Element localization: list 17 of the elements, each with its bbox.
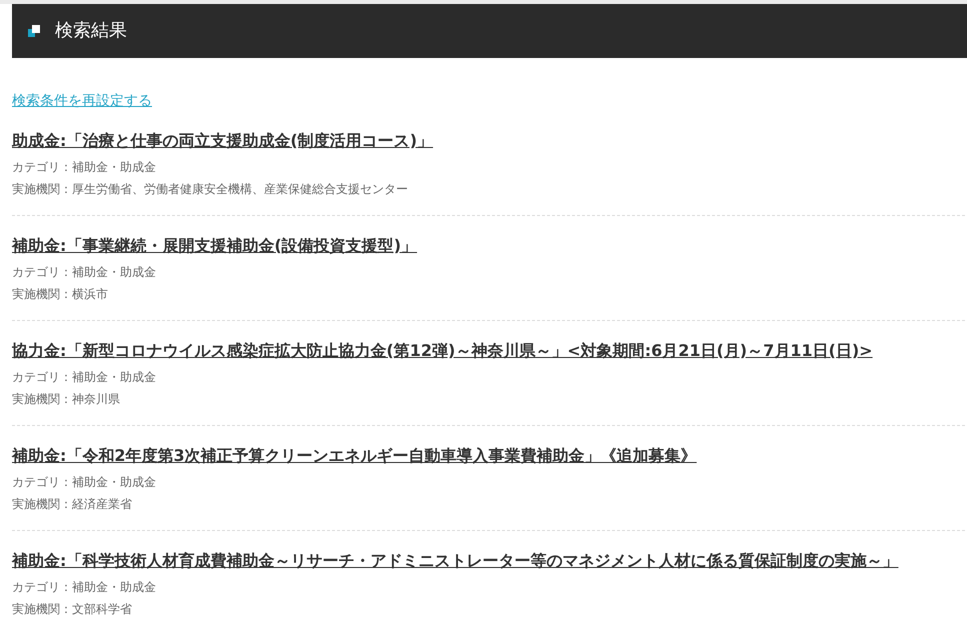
result-title-link[interactable]: 助成金:「治療と仕事の両立支援助成金(制度活用コース)」 bbox=[12, 131, 434, 150]
result-title-link[interactable]: 補助金:「科学技術人材育成費補助金～リサーチ・アドミニストレーター等のマネジメント人材に係る質保証制度の実施～」 bbox=[12, 551, 898, 570]
result-title-link[interactable]: 協力金:「新型コロナウイルス感染症拡大防止協力金(第12弾)～神奈川県～」<対象期間:6月21日(月)～7月11日(日)> bbox=[12, 341, 873, 360]
result-title-link[interactable]: 補助金:「事業継続・展開支援補助金(設備投資支援型)」 bbox=[12, 236, 418, 255]
category-text: カテゴリ：補助金・助成金 bbox=[12, 580, 156, 594]
square-logo-icon bbox=[28, 25, 40, 37]
agency-text: 実施機関：厚生労働省、労働者健康安全機構、産業保健総合支援センター bbox=[12, 182, 408, 196]
page-title: 検索結果 bbox=[55, 19, 127, 43]
category-text: カテゴリ：補助金・助成金 bbox=[12, 370, 156, 384]
category-text: カテゴリ：補助金・助成金 bbox=[12, 475, 156, 489]
agency-text: 実施機関：横浜市 bbox=[12, 287, 108, 301]
category-text: カテゴリ：補助金・助成金 bbox=[12, 160, 156, 174]
agency-text: 実施機関：経済産業省 bbox=[12, 497, 132, 511]
category-text: カテゴリ：補助金・助成金 bbox=[12, 265, 156, 279]
agency-text: 実施機関：文部科学省 bbox=[12, 602, 132, 616]
agency-text: 実施機関：神奈川県 bbox=[12, 392, 120, 406]
result-title-link[interactable]: 補助金:「令和2年度第3次補正予算クリーンエネルギー自動車導入事業費補助金」《追加募集》 bbox=[12, 446, 697, 465]
